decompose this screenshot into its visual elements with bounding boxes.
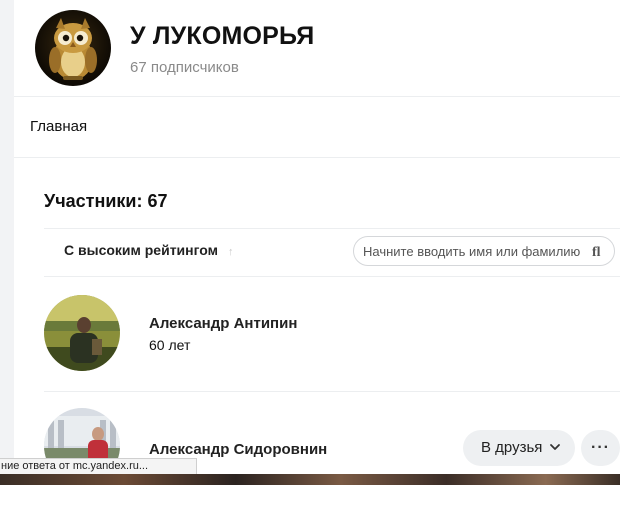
- tab-main[interactable]: Главная: [30, 118, 87, 135]
- member-name[interactable]: Александр Антипин: [149, 315, 297, 332]
- members-title: Участники: 67: [44, 191, 168, 211]
- more-options-button[interactable]: ···: [581, 430, 620, 466]
- divider: [14, 96, 620, 97]
- divider: [44, 276, 620, 277]
- owl-avatar-icon[interactable]: [35, 10, 111, 86]
- browser-status-bar: ние ответа от mc.yandex.ru...: [0, 458, 197, 474]
- add-friend-button[interactable]: В друзья: [463, 430, 575, 466]
- search-input[interactable]: [363, 242, 588, 260]
- divider: [14, 157, 620, 158]
- chevron-down-icon: [550, 444, 560, 450]
- search-icon[interactable]: fl: [590, 243, 604, 259]
- add-friend-label: В друзья: [481, 439, 543, 456]
- member-name[interactable]: Александр Сидоровнин: [149, 441, 327, 458]
- member-age: 60 лет: [149, 337, 191, 353]
- group-header: У ЛУКОМОРЬЯ 67 подписчиков: [14, 0, 620, 96]
- page-background: [0, 0, 14, 472]
- avatar-photo: [44, 295, 120, 371]
- sort-dropdown[interactable]: С высоким рейтингом ↑: [64, 242, 234, 258]
- avatar[interactable]: [44, 295, 120, 371]
- svg-text:fl: fl: [592, 245, 601, 259]
- group-title[interactable]: У ЛУКОМОРЬЯ: [130, 22, 314, 51]
- sort-arrow-icon: ↑: [228, 246, 234, 258]
- list-item[interactable]: Александр Антипин 60 лет: [44, 293, 620, 393]
- subscribers-count[interactable]: 67 подписчиков: [130, 59, 239, 76]
- member-search[interactable]: fl: [353, 236, 615, 266]
- divider: [44, 391, 620, 392]
- owl-illustration: [49, 18, 97, 80]
- sort-label: С высоким рейтингом: [64, 242, 218, 258]
- desktop-taskbar: [0, 474, 620, 485]
- divider: [44, 228, 620, 229]
- group-panel: У ЛУКОМОРЬЯ 67 подписчиков Главная Участ…: [14, 0, 620, 484]
